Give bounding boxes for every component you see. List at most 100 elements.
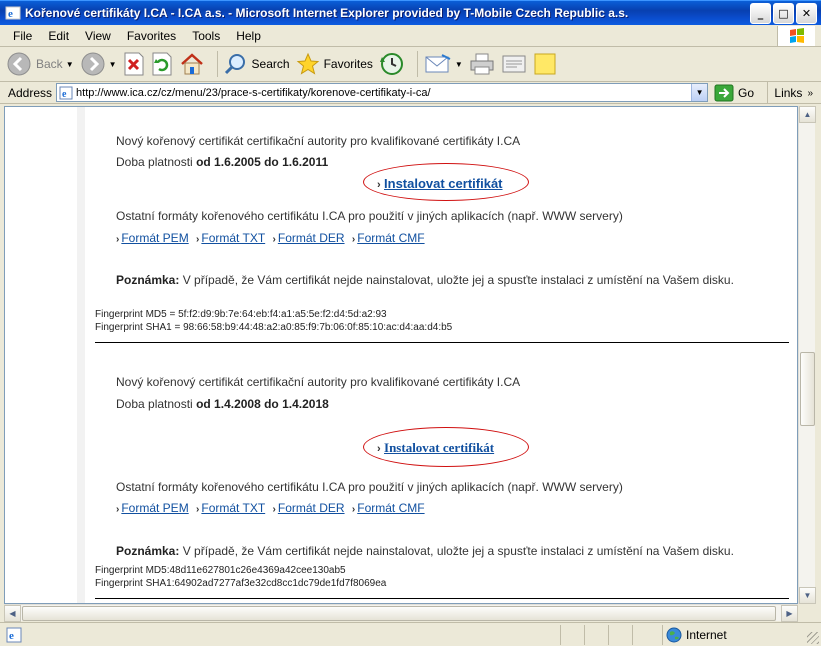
forward-button[interactable]: ▼ bbox=[80, 51, 117, 77]
search-label: Search bbox=[251, 57, 290, 71]
scroll-down-button[interactable]: ▼ bbox=[799, 587, 816, 604]
format-txt-link[interactable]: Formát TXT bbox=[201, 501, 265, 515]
format-der-link[interactable]: Formát DER bbox=[278, 231, 345, 245]
close-icon: ✕ bbox=[801, 6, 812, 20]
format-links: › Formát PEM › Formát TXT › Formát DER › For… bbox=[116, 501, 429, 515]
chevron-right-icon: › bbox=[116, 504, 120, 515]
install-certificate-link[interactable]: › Instalovat certifikát bbox=[377, 440, 494, 456]
security-zone[interactable]: Internet bbox=[666, 625, 727, 645]
favorites-label: Favorites bbox=[323, 57, 373, 71]
address-input[interactable]: e http://www.ica.cz/cz/menu/23/prace-s-c… bbox=[56, 83, 709, 102]
globe-icon bbox=[666, 627, 682, 643]
minimize-button[interactable]: _ bbox=[750, 2, 771, 24]
menu-favorites[interactable]: Favorites bbox=[119, 29, 184, 43]
scroll-left-button[interactable]: ◀ bbox=[4, 605, 21, 622]
validity-value: od 1.4.2008 do 1.4.2018 bbox=[196, 397, 329, 411]
fingerprint-sha1: Fingerprint SHA1:64902ad7277af3e32cd8cc1… bbox=[95, 578, 387, 589]
stop-icon bbox=[124, 52, 144, 76]
install-certificate-link[interactable]: › Instalovat certifikát bbox=[377, 176, 503, 191]
scroll-up-button[interactable]: ▲ bbox=[799, 106, 816, 123]
links-button[interactable]: Links » bbox=[767, 82, 821, 104]
toolbar: Back ▼ ▼ Search Favorites ▼ bbox=[0, 47, 821, 82]
scroll-right-button[interactable]: ▶ bbox=[781, 605, 798, 622]
back-button[interactable]: Back ▼ bbox=[6, 51, 74, 77]
menu-file[interactable]: File bbox=[5, 29, 40, 43]
status-divider bbox=[608, 625, 609, 645]
chevron-down-icon[interactable]: ▼ bbox=[455, 60, 463, 69]
section-divider bbox=[95, 598, 789, 599]
menu-help[interactable]: Help bbox=[228, 29, 269, 43]
chevron-down-icon[interactable]: ▼ bbox=[66, 60, 74, 69]
arrow-right-icon: ▶ bbox=[786, 609, 793, 618]
history-icon bbox=[379, 53, 403, 75]
chevron-right-icon: › bbox=[377, 443, 381, 455]
chevron-right-icon: › bbox=[196, 504, 200, 515]
horizontal-scrollbar[interactable]: ◀ ▶ bbox=[4, 604, 798, 622]
page-status-icon: e bbox=[6, 627, 22, 642]
favorites-button[interactable]: Favorites bbox=[296, 52, 373, 76]
scrollbar-corner bbox=[798, 604, 815, 621]
format-cmf-link[interactable]: Formát CMF bbox=[357, 231, 424, 245]
vertical-scrollbar[interactable]: ▲ ▼ bbox=[798, 106, 816, 604]
ie-logo-icon: e bbox=[5, 6, 21, 20]
address-dropdown-button[interactable]: ▼ bbox=[691, 84, 708, 101]
go-arrow-icon bbox=[714, 84, 734, 101]
validity-prefix: Doba platnosti bbox=[116, 155, 197, 169]
edit-button[interactable] bbox=[501, 52, 527, 76]
certificate-description: Nový kořenový certifikát certifikační au… bbox=[116, 375, 521, 389]
status-divider bbox=[632, 625, 633, 645]
svg-text:e: e bbox=[9, 630, 14, 642]
status-divider bbox=[662, 625, 663, 645]
svg-text:e: e bbox=[62, 89, 67, 100]
history-button[interactable] bbox=[379, 51, 405, 77]
menu-tools[interactable]: Tools bbox=[184, 29, 228, 43]
horizontal-scroll-thumb[interactable] bbox=[22, 606, 776, 621]
address-label: Address bbox=[8, 85, 53, 100]
note-body: V případě, že Vám certifikát nejde nains… bbox=[179, 544, 734, 558]
status-divider bbox=[560, 625, 561, 645]
windows-flag-icon bbox=[777, 26, 815, 46]
maximize-button[interactable]: □ bbox=[773, 2, 794, 24]
mail-icon bbox=[425, 54, 451, 73]
print-button[interactable] bbox=[469, 52, 495, 76]
vertical-scroll-thumb[interactable] bbox=[800, 352, 815, 426]
close-button[interactable]: ✕ bbox=[796, 2, 817, 24]
fingerprint-sha1: Fingerprint SHA1 = 98:66:58:b9:44:48:a2:… bbox=[95, 322, 453, 333]
format-pem-link[interactable]: Formát PEM bbox=[121, 231, 188, 245]
note-icon bbox=[534, 53, 556, 75]
menu-edit[interactable]: Edit bbox=[40, 29, 77, 43]
stop-button[interactable] bbox=[123, 52, 145, 76]
mail-button[interactable]: ▼ bbox=[424, 53, 463, 75]
menu-bar: File Edit View Favorites Tools Help bbox=[0, 25, 821, 47]
star-icon bbox=[296, 52, 319, 75]
note-label: Poznámka: bbox=[116, 273, 180, 287]
note-text: Poznámka: V případě, že Vám certifikát n… bbox=[116, 544, 734, 558]
address-url: http://www.ica.cz/cz/menu/23/prace-s-cer… bbox=[76, 86, 431, 99]
links-label: Links bbox=[774, 86, 803, 100]
title-bar: e Kořenové certifikáty I.CA - I.CA a.s. … bbox=[0, 0, 821, 25]
resize-grip[interactable] bbox=[807, 632, 819, 644]
home-button[interactable] bbox=[179, 52, 205, 76]
format-der-link[interactable]: Formát DER bbox=[278, 501, 345, 515]
format-cmf-link[interactable]: Formát CMF bbox=[357, 501, 424, 515]
chevron-right-icon: » bbox=[807, 87, 813, 99]
format-txt-link[interactable]: Formát TXT bbox=[201, 231, 265, 245]
install-certificate-label: Instalovat certifikát bbox=[384, 440, 495, 455]
chevron-right-icon: › bbox=[272, 234, 276, 245]
refresh-icon bbox=[152, 52, 172, 76]
discuss-button[interactable] bbox=[533, 52, 557, 76]
search-button[interactable]: Search bbox=[224, 52, 290, 76]
go-button[interactable]: Go bbox=[714, 84, 754, 102]
chevron-down-icon[interactable]: ▼ bbox=[109, 60, 117, 69]
format-pem-link[interactable]: Formát PEM bbox=[121, 501, 188, 515]
go-label: Go bbox=[738, 85, 755, 100]
other-formats-text: Ostatní formáty kořenového certifikátu I… bbox=[116, 209, 623, 223]
menu-view[interactable]: View bbox=[77, 29, 119, 43]
minimize-icon: _ bbox=[757, 6, 764, 20]
arrow-up-icon: ▲ bbox=[803, 110, 812, 119]
home-icon bbox=[180, 53, 203, 75]
chevron-right-icon: › bbox=[377, 179, 381, 191]
chevron-down-icon: ▼ bbox=[695, 88, 704, 97]
refresh-button[interactable] bbox=[151, 52, 173, 76]
zone-label: Internet bbox=[686, 628, 727, 642]
